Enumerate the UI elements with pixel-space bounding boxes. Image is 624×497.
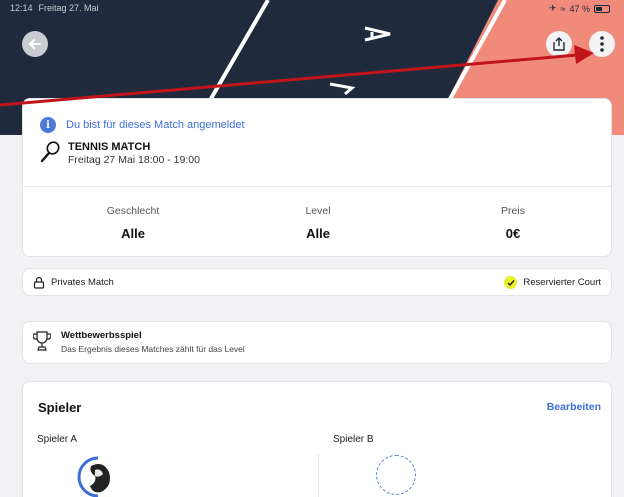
back-button[interactable] — [22, 31, 48, 57]
status-indicators: ✈ ≈ 47 % — [549, 3, 610, 14]
player-b-empty-slot[interactable] — [376, 455, 416, 495]
privacy-card: Privates Match Reservierter Court — [22, 268, 612, 296]
tennis-racket-icon — [40, 141, 60, 163]
trophy-icon — [33, 331, 51, 351]
share-icon — [553, 37, 565, 51]
stat-price-label: Preis — [501, 205, 525, 217]
battery-percent: 47 % — [569, 3, 590, 14]
competition-info: Wettbewerbsspiel Das Ergebnis dieses Mat… — [33, 330, 245, 354]
competition-title: Wettbewerbsspiel — [61, 330, 142, 341]
player-a-label: Spieler A — [37, 434, 78, 445]
status-time: 12:14 — [10, 3, 33, 13]
players-card: Spieler Bearbeiten Spieler A Spieler B — [22, 381, 612, 497]
private-match: Privates Match — [33, 276, 114, 289]
player-a-avatar[interactable] — [77, 456, 119, 497]
competition-subtitle: Das Ergebnis dieses Matches zählt für da… — [61, 344, 245, 354]
players-divider — [318, 454, 319, 497]
match-info: TENNIS MATCH Freitag 27 Mai 18:00 - 19:0… — [40, 141, 200, 166]
wifi-icon: ≈ — [560, 3, 566, 14]
registered-notice: i Du bist für dieses Match angemeldet — [40, 117, 245, 133]
registered-notice-text: Du bist für dieses Match angemeldet — [66, 119, 245, 131]
stat-price: Preis 0€ — [413, 205, 613, 241]
status-bar: 12:14 Freitag 27. Mai — [10, 3, 99, 13]
match-time: Freitag 27 Mai 18:00 - 19:00 — [68, 154, 200, 166]
edit-players-link[interactable]: Bearbeiten — [547, 401, 601, 413]
private-match-label: Privates Match — [51, 277, 114, 288]
stat-level-value: Alle — [306, 226, 330, 241]
airplane-icon: ✈ — [548, 3, 557, 13]
battery-icon — [594, 4, 610, 13]
more-options-button[interactable] — [589, 31, 615, 57]
stat-price-value: 0€ — [505, 226, 521, 241]
card-divider — [23, 186, 611, 187]
stat-gender-label: Geschlecht — [106, 205, 160, 217]
info-icon: i — [40, 117, 56, 133]
lock-icon — [33, 276, 45, 289]
more-vertical-icon — [600, 36, 604, 52]
stat-gender-value: Alle — [121, 226, 145, 241]
check-icon — [504, 276, 518, 289]
share-button[interactable] — [546, 31, 572, 57]
arrow-left-icon — [28, 39, 41, 49]
reserved-court: Reservierter Court — [504, 276, 601, 289]
player-b-label: Spieler B — [333, 434, 374, 445]
stat-level-label: Level — [305, 205, 331, 217]
match-title: TENNIS MATCH — [68, 141, 151, 153]
players-title: Spieler — [38, 400, 82, 415]
status-date: Freitag 27. Mai — [38, 3, 99, 13]
match-card: i Du bist für dieses Match angemeldet TE… — [22, 98, 612, 257]
stat-level: Level Alle — [218, 205, 418, 241]
stat-gender: Geschlecht Alle — [33, 205, 233, 241]
reserved-court-label: Reservierter Court — [523, 277, 601, 288]
competition-card: Wettbewerbsspiel Das Ergebnis dieses Mat… — [22, 321, 612, 364]
